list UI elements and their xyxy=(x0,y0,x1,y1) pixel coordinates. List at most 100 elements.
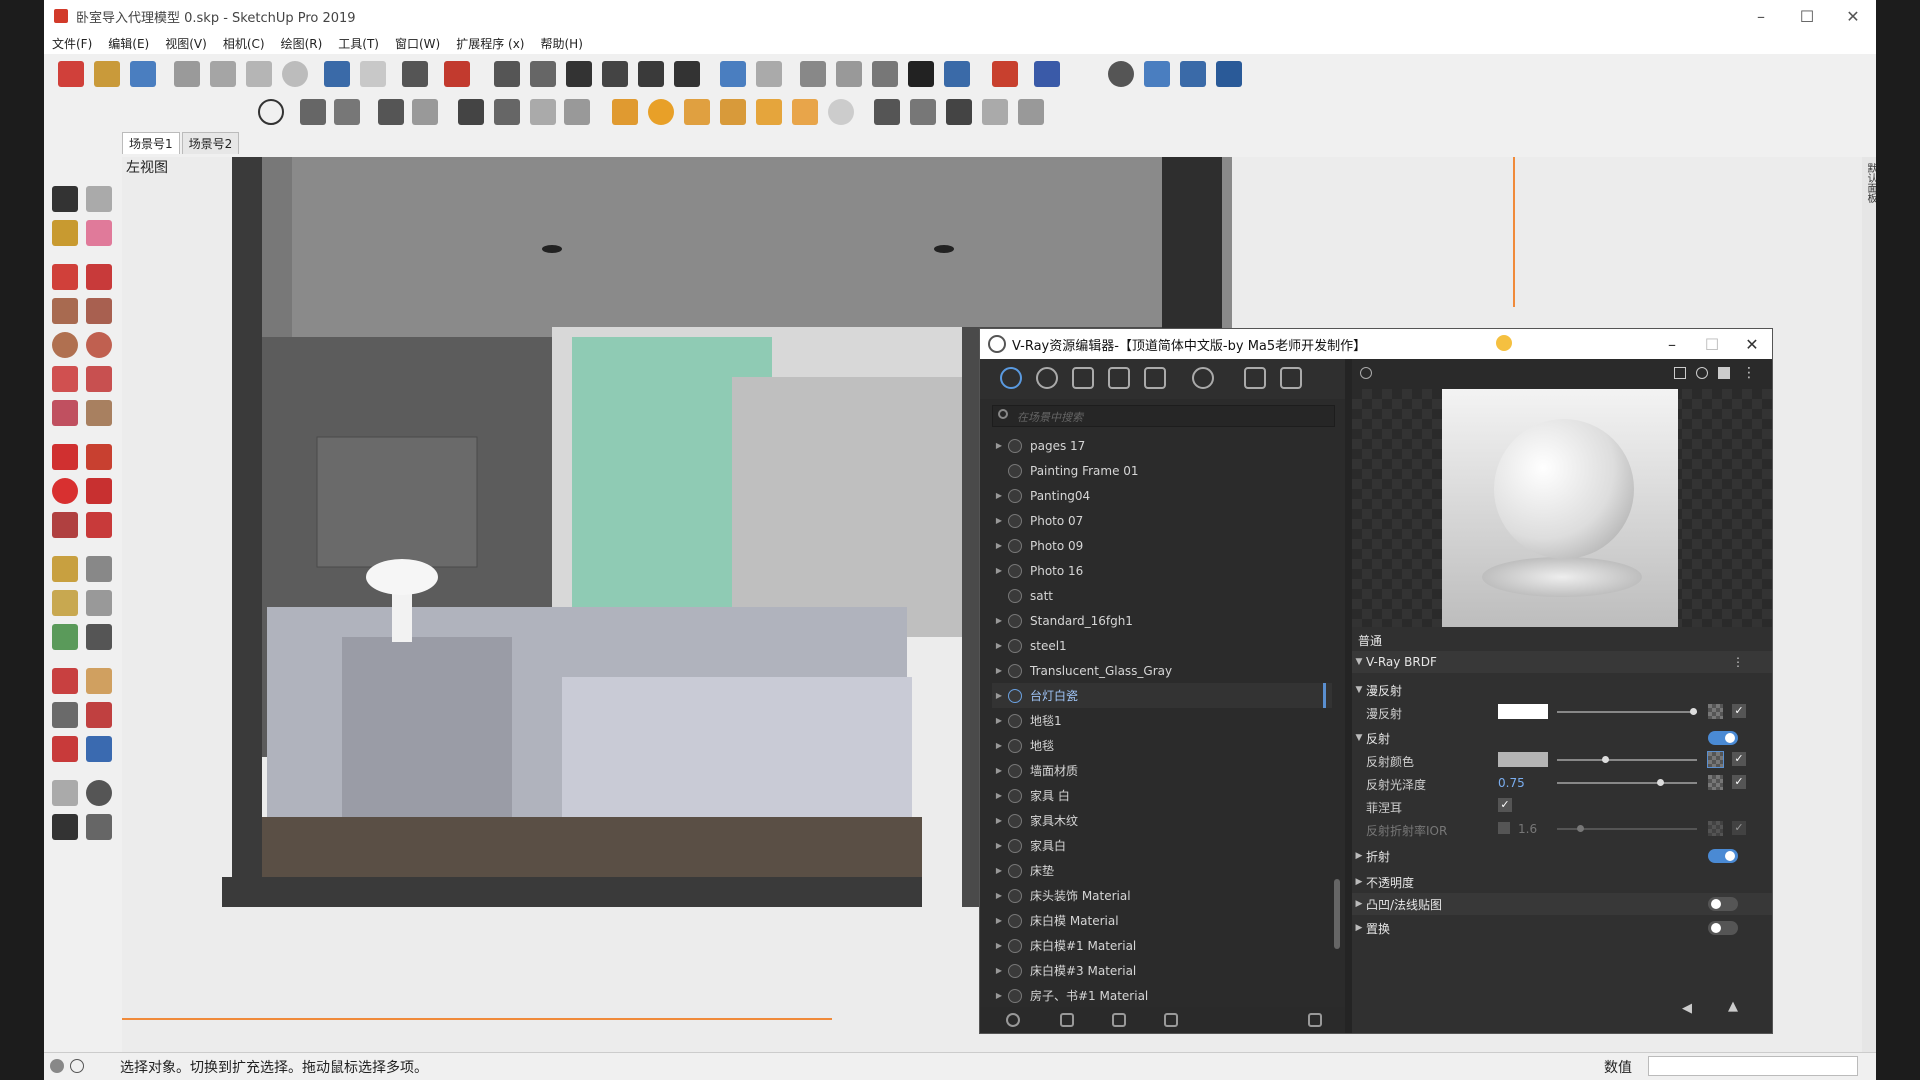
panel-splitter[interactable] xyxy=(1345,359,1352,1033)
iso-view-icon[interactable] xyxy=(494,61,520,87)
close-button[interactable]: ✕ xyxy=(1830,0,1876,32)
reflection-gloss-value[interactable]: 0.75 xyxy=(1498,776,1525,790)
infinite-plane-icon[interactable] xyxy=(874,99,900,125)
material-search-input[interactable]: 在场景中搜索 xyxy=(992,405,1335,427)
up-arrow-icon[interactable]: ▲ xyxy=(1728,999,1738,1014)
walk-icon[interactable] xyxy=(52,814,78,840)
vray-logo-icon[interactable] xyxy=(258,99,284,125)
menu-extensions[interactable]: 扩展程序 (x) xyxy=(448,35,532,52)
displacement-toggle[interactable] xyxy=(1708,921,1738,935)
freehand-icon[interactable] xyxy=(86,264,112,290)
material-item[interactable]: ▶ 床白模 Material xyxy=(992,908,1332,933)
material-item[interactable]: ▶ 家具 白 xyxy=(992,783,1332,808)
follow-me-icon[interactable] xyxy=(86,478,112,504)
diffuse-texture-slot[interactable] xyxy=(1708,704,1723,719)
section-plane-tool-icon[interactable] xyxy=(86,814,112,840)
eraser-icon[interactable] xyxy=(86,220,112,246)
brdf-menu-icon[interactable]: ⋮ xyxy=(1732,655,1744,669)
hidden-line-icon[interactable] xyxy=(836,61,862,87)
material-item[interactable]: ▶ Standard_16fgh1 xyxy=(992,608,1332,633)
render-icon[interactable] xyxy=(300,99,326,125)
mesh-light-icon[interactable] xyxy=(828,99,854,125)
xray-icon[interactable] xyxy=(720,61,746,87)
back-view-icon[interactable] xyxy=(638,61,664,87)
list-scrollbar[interactable] xyxy=(1334,879,1340,949)
ior-lock-checkbox[interactable] xyxy=(1498,822,1510,834)
line-tool-icon[interactable] xyxy=(52,264,78,290)
back-arrow-icon[interactable]: ◀ xyxy=(1682,1001,1692,1016)
fresnel-checkbox[interactable]: ✓ xyxy=(1498,798,1512,812)
render-teapot-icon[interactable] xyxy=(1244,367,1266,389)
slider-knob[interactable] xyxy=(1690,708,1697,715)
minimize-button[interactable]: – xyxy=(1738,0,1784,32)
ior-texture-slot[interactable] xyxy=(1708,821,1723,836)
ior-value[interactable]: 1.6 xyxy=(1518,822,1537,836)
expand-arrow-icon[interactable]: ▶ xyxy=(992,616,1006,625)
pan-icon[interactable] xyxy=(86,668,112,694)
reflection-group-header[interactable]: ▼ 反射 xyxy=(1352,727,1772,749)
textures-icon[interactable] xyxy=(1144,367,1166,389)
expand-arrow-icon[interactable]: ▶ xyxy=(992,916,1006,925)
omni-light-icon[interactable] xyxy=(756,99,782,125)
left-view-icon[interactable] xyxy=(674,61,700,87)
slider-knob[interactable] xyxy=(1657,779,1664,786)
arc-icon[interactable] xyxy=(52,366,78,392)
lock-icon[interactable] xyxy=(564,99,590,125)
diffuse-color-swatch[interactable] xyxy=(1498,704,1548,719)
material-item[interactable]: ▶ Translucent_Glass_Gray xyxy=(992,658,1332,683)
select-box-icon[interactable] xyxy=(1144,61,1170,87)
refraction-toggle[interactable] xyxy=(1708,849,1738,863)
brdf-layer-header[interactable]: ▼ V-Ray BRDF ⋮ xyxy=(1352,651,1772,673)
zoom-extents-icon[interactable] xyxy=(52,736,78,762)
menu-camera[interactable]: 相机(C) xyxy=(215,35,273,52)
protractor-icon[interactable] xyxy=(52,590,78,616)
material-item[interactable]: ▶ 床白模#3 Material xyxy=(992,958,1332,983)
orbit-icon[interactable] xyxy=(52,668,78,694)
material-item[interactable]: ▶ pages 17 xyxy=(992,433,1332,458)
displacement-group-header[interactable]: ▶ 置换 xyxy=(1352,917,1772,939)
paste-icon[interactable] xyxy=(246,61,272,87)
cut-icon[interactable] xyxy=(174,61,200,87)
new-file-icon[interactable] xyxy=(58,61,84,87)
expand-arrow-icon[interactable]: ▶ xyxy=(992,991,1006,1000)
add-material-icon[interactable] xyxy=(1006,1013,1020,1027)
menu-draw[interactable]: 绘图(R) xyxy=(273,35,331,52)
expand-arrow-icon[interactable]: ▶ xyxy=(992,966,1006,975)
back-edges-icon[interactable] xyxy=(756,61,782,87)
fur-icon[interactable] xyxy=(982,99,1008,125)
dome-light-icon[interactable] xyxy=(792,99,818,125)
frame-buffer-icon[interactable] xyxy=(1280,367,1302,389)
rectangle-icon[interactable] xyxy=(52,298,78,324)
material-item[interactable]: ▶ 床头装饰 Material xyxy=(992,883,1332,908)
tape-measure-icon[interactable] xyxy=(52,556,78,582)
mesh-clipper-icon[interactable] xyxy=(1018,99,1044,125)
expand-arrow-icon[interactable]: ▶ xyxy=(992,566,1006,575)
paint-bucket-icon[interactable] xyxy=(52,220,78,246)
vray-title-bar[interactable]: V-Ray资源编辑器-【顶道简体中文版-by Ma5老师开发制作】 – ☐ ✕ xyxy=(980,329,1772,359)
material-item[interactable]: ▶ 床垫 xyxy=(992,858,1332,883)
vray-close-button[interactable]: ✕ xyxy=(1732,329,1772,359)
geo-location-icon[interactable] xyxy=(50,1059,64,1073)
reflection-checkbox[interactable]: ✓ xyxy=(1732,752,1746,766)
material-item[interactable]: ▶ Photo 07 xyxy=(992,508,1332,533)
expand-arrow-icon[interactable]: ▶ xyxy=(992,866,1006,875)
geometry-icon[interactable] xyxy=(1072,367,1094,389)
ies-light-icon[interactable] xyxy=(720,99,746,125)
diffuse-checkbox[interactable]: ✓ xyxy=(1732,704,1746,718)
solid-tools-icon[interactable] xyxy=(1180,61,1206,87)
expand-arrow-icon[interactable]: ▶ xyxy=(992,441,1006,450)
front-view-icon[interactable] xyxy=(566,61,592,87)
ior-checkbox[interactable]: ✓ xyxy=(1732,821,1746,835)
interactive-render-icon[interactable] xyxy=(334,99,360,125)
value-input[interactable] xyxy=(1648,1056,1858,1076)
rect-light-icon[interactable] xyxy=(612,99,638,125)
scene-tab-2[interactable]: 场景号2 xyxy=(181,132,240,154)
dimension-icon[interactable] xyxy=(86,556,112,582)
top-view-icon[interactable] xyxy=(530,61,556,87)
shaded-icon[interactable] xyxy=(872,61,898,87)
maximize-button[interactable]: ☐ xyxy=(1784,0,1830,32)
pie-icon[interactable] xyxy=(86,400,112,426)
expand-icon[interactable]: ▶ xyxy=(1352,923,1366,933)
zoom-window-icon[interactable] xyxy=(86,702,112,728)
open-file-icon[interactable] xyxy=(94,61,120,87)
